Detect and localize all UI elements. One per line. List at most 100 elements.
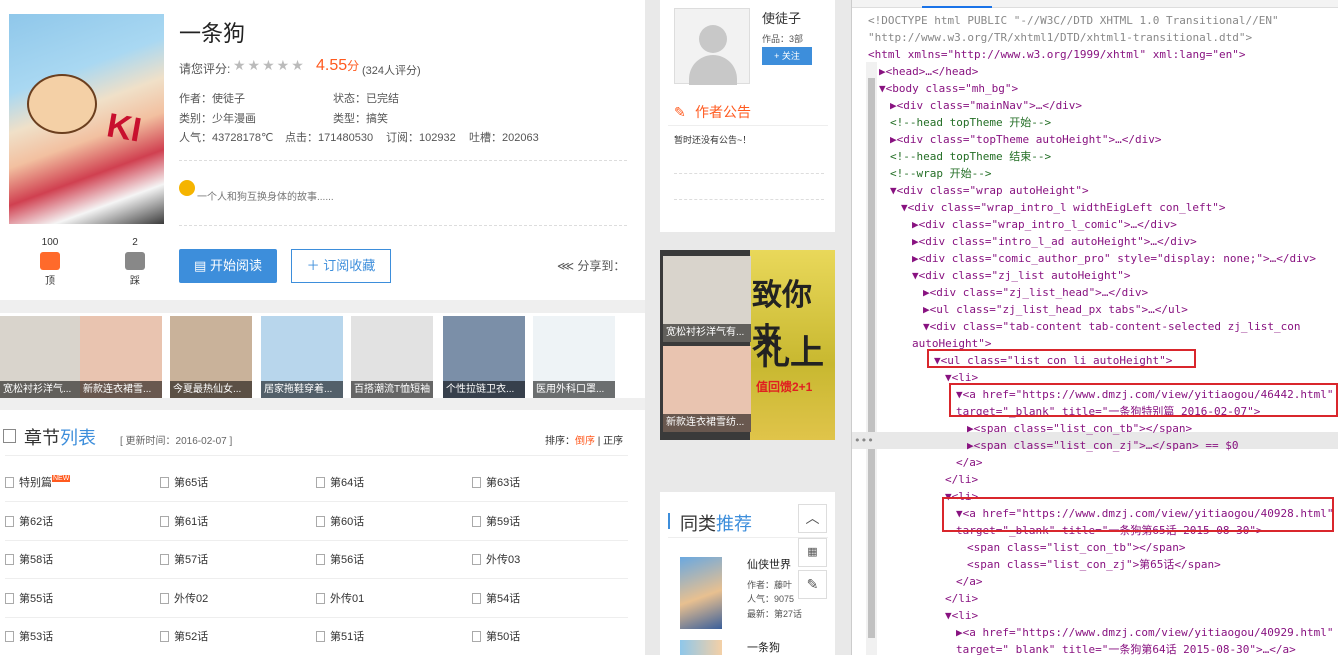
rating-stars[interactable]: ★★★★★ bbox=[233, 57, 306, 74]
document-icon bbox=[472, 631, 481, 642]
chapter-link[interactable]: 特别篇NEW bbox=[5, 474, 71, 490]
sort-desc-link[interactable]: 倒序 bbox=[575, 436, 595, 447]
big-ad-item-2[interactable]: 新款连衣裙雪纺... bbox=[663, 346, 751, 432]
big-ad-item-1[interactable]: 宽松衬衫洋气有... bbox=[663, 256, 751, 342]
book-latest: 最新：第27话 bbox=[747, 609, 803, 619]
big-ad-banner[interactable]: 宽松衬衫洋气有... 新款连衣裙雪纺... 致你来 礼上 值回馈2+1 bbox=[660, 250, 835, 440]
chapter-link[interactable]: 第52话 bbox=[160, 628, 208, 644]
chapter-link[interactable]: 第56话 bbox=[316, 551, 364, 567]
dom-node-line[interactable]: ▶<span class="list_con_zj">…</span> == $… bbox=[967, 437, 1239, 454]
back-to-top-button[interactable]: ︿ bbox=[798, 504, 827, 533]
dom-node-line[interactable]: ▼<div class="zj_list autoHeight"> bbox=[912, 267, 1131, 284]
dom-node-line[interactable]: ▶<div class="intro_l_ad autoHeight">…</d… bbox=[912, 233, 1197, 250]
share-label: 分享到： bbox=[577, 259, 626, 273]
dislike-vote[interactable]: 2 踩 bbox=[115, 237, 155, 287]
ad-item[interactable]: 医用外科口罩... bbox=[533, 316, 615, 398]
dom-node-line[interactable]: "http://www.w3.org/TR/xhtml1/DTD/xhtml1-… bbox=[868, 29, 1252, 46]
dom-node-line[interactable]: </li> bbox=[945, 590, 978, 607]
dom-node-line[interactable]: ▶<ul class="zj_list_head_px tabs">…</ul> bbox=[923, 301, 1188, 318]
chapter-link[interactable]: 外传01 bbox=[316, 590, 364, 606]
share-area[interactable]: ⋘ 分享到： bbox=[557, 257, 625, 274]
ad-item[interactable]: 百搭潮流T恤短袖 bbox=[351, 316, 433, 398]
chapter-link[interactable]: 外传02 bbox=[160, 590, 208, 606]
comic-cover-image[interactable]: KI bbox=[9, 14, 164, 224]
start-reading-button[interactable]: ▤ 开始阅读 bbox=[179, 249, 277, 283]
chapter-link[interactable]: 第62话 bbox=[5, 513, 53, 529]
chapter-label: 第53话 bbox=[19, 631, 54, 643]
dom-node-line[interactable]: <!DOCTYPE html PUBLIC "-//W3C//DTD XHTML… bbox=[868, 12, 1279, 29]
dom-node-line[interactable]: ▼<div class="wrap autoHeight"> bbox=[890, 182, 1089, 199]
book-title[interactable]: 仙侠世界 bbox=[747, 556, 791, 572]
share-icon: ⋘ bbox=[557, 259, 578, 273]
ad-item[interactable]: 宽松衬衫洋气... bbox=[0, 316, 82, 398]
chapter-link[interactable]: 第57话 bbox=[160, 551, 208, 567]
score-unit: 分 bbox=[347, 59, 360, 73]
dom-node-line[interactable]: <span class="list_con_tb"></span> bbox=[967, 539, 1186, 556]
chapter-link[interactable]: 外传03 bbox=[472, 551, 520, 567]
follow-button[interactable]: + 关注 bbox=[762, 47, 812, 65]
chapter-label: 第63话 bbox=[486, 477, 521, 489]
dom-node-line[interactable]: <!--head topTheme 开始--> bbox=[890, 114, 1051, 131]
dom-node-line[interactable]: <!--head topTheme 结束--> bbox=[890, 148, 1051, 165]
dom-node-line[interactable]: ▼<li> bbox=[945, 607, 978, 624]
ad-item[interactable]: 新款连衣裙雪... bbox=[80, 316, 162, 398]
like-label: 顶 bbox=[45, 276, 55, 287]
ellipsis-icon[interactable]: ••• bbox=[854, 432, 874, 449]
like-vote[interactable]: 100 顶 bbox=[30, 237, 70, 287]
chapter-link[interactable]: 第61话 bbox=[160, 513, 208, 529]
chapter-link[interactable]: 第51话 bbox=[316, 628, 364, 644]
chapter-link[interactable]: 第64话 bbox=[316, 474, 364, 490]
dom-node-line[interactable]: ▶<div class="topTheme autoHeight">…</div… bbox=[890, 131, 1162, 148]
sort-asc-link[interactable]: 正序 bbox=[603, 436, 623, 447]
author-avatar[interactable] bbox=[674, 8, 750, 85]
qr-code-button[interactable]: ▦ bbox=[798, 538, 827, 567]
dom-node-line[interactable]: ▼<body class="mh_bg"> bbox=[879, 80, 1018, 97]
chapter-link[interactable]: 第54话 bbox=[472, 590, 520, 606]
chapter-link[interactable]: 第60话 bbox=[316, 513, 364, 529]
author-works: 作品：3部 bbox=[762, 34, 804, 44]
document-icon bbox=[160, 631, 169, 642]
dom-node-line[interactable]: <span class="list_con_zj">第65话</span> bbox=[967, 556, 1221, 573]
dom-node-line[interactable]: target="_blank" title="一条狗第64话 2015-08-3… bbox=[956, 641, 1296, 655]
dom-node-line[interactable]: <!--wrap 开始--> bbox=[890, 165, 991, 182]
devtools-scrollbar-thumb[interactable] bbox=[868, 78, 875, 638]
chapter-list-card: 章节列表 [ 更新时间：2016-02-07 ] 排序：倒序 | 正序 特别篇N… bbox=[0, 410, 645, 655]
chapter-link[interactable]: 第53话 bbox=[5, 628, 53, 644]
chapter-label: 第52话 bbox=[174, 631, 209, 643]
ad-item[interactable]: 今夏最热仙女... bbox=[170, 316, 252, 398]
dom-node-line[interactable]: ▶<div class="mainNav">…</div> bbox=[890, 97, 1082, 114]
dom-node-line[interactable]: ▼<div class="wrap_intro_l widthEigLeft c… bbox=[901, 199, 1226, 216]
book-title[interactable]: 一条狗 bbox=[747, 639, 780, 655]
dom-node-line[interactable]: ▶<a href="https://www.dmzj.com/view/yiti… bbox=[956, 624, 1334, 641]
feedback-button[interactable]: ✎ bbox=[798, 570, 827, 599]
ad-item[interactable]: 居家拖鞋穿着... bbox=[261, 316, 343, 398]
dom-node-line[interactable]: ▶<span class="list_con_tb"></span> bbox=[967, 420, 1192, 437]
dom-node-line[interactable]: </a> bbox=[956, 573, 983, 590]
dom-node-line[interactable]: ▶<div class="comic_author_pro" style="di… bbox=[912, 250, 1316, 267]
subscribe-button[interactable]: ＋ 订阅收藏 bbox=[291, 249, 391, 283]
ad-item[interactable]: 个性拉链卫衣... bbox=[443, 316, 525, 398]
thumbs-up-icon[interactable] bbox=[40, 252, 60, 270]
chapter-link[interactable]: 第63话 bbox=[472, 474, 520, 490]
chapter-link[interactable]: 第59话 bbox=[472, 513, 520, 529]
dom-node-line[interactable]: ▼<div class="tab-content tab-content-sel… bbox=[923, 318, 1301, 335]
active-tab-indicator bbox=[922, 6, 992, 8]
book-cover[interactable] bbox=[680, 557, 722, 629]
chapter-link[interactable]: 第58话 bbox=[5, 551, 53, 567]
dom-node-line[interactable]: ▶<head>…</head> bbox=[879, 63, 978, 80]
ad-caption: 百搭潮流T恤短袖 bbox=[351, 381, 433, 398]
dom-node-line[interactable]: ▶<div class="wrap_intro_l_comic">…</div> bbox=[912, 216, 1177, 233]
chapter-link[interactable]: 第65话 bbox=[160, 474, 208, 490]
dom-node-line[interactable]: ▶<div class="zj_list_head">…</div> bbox=[923, 284, 1148, 301]
author-name[interactable]: 使徒子 bbox=[762, 8, 801, 27]
popularity-info: 人气：43728178℃ bbox=[179, 132, 274, 144]
book-cover[interactable] bbox=[680, 640, 722, 655]
dom-node-line[interactable]: <html xmlns="http://www.w3.org/1999/xhtm… bbox=[868, 46, 1246, 63]
avatar-head bbox=[699, 25, 727, 53]
chapter-link[interactable]: 第55话 bbox=[5, 590, 53, 606]
dom-node-line[interactable]: </a> bbox=[956, 454, 983, 471]
thumbs-down-icon[interactable] bbox=[125, 252, 145, 270]
dom-node-line[interactable]: </li> bbox=[945, 471, 978, 488]
chapter-link[interactable]: 第50话 bbox=[472, 628, 520, 644]
comic-description: 一个人和狗互换身体的故事...... bbox=[197, 192, 334, 203]
